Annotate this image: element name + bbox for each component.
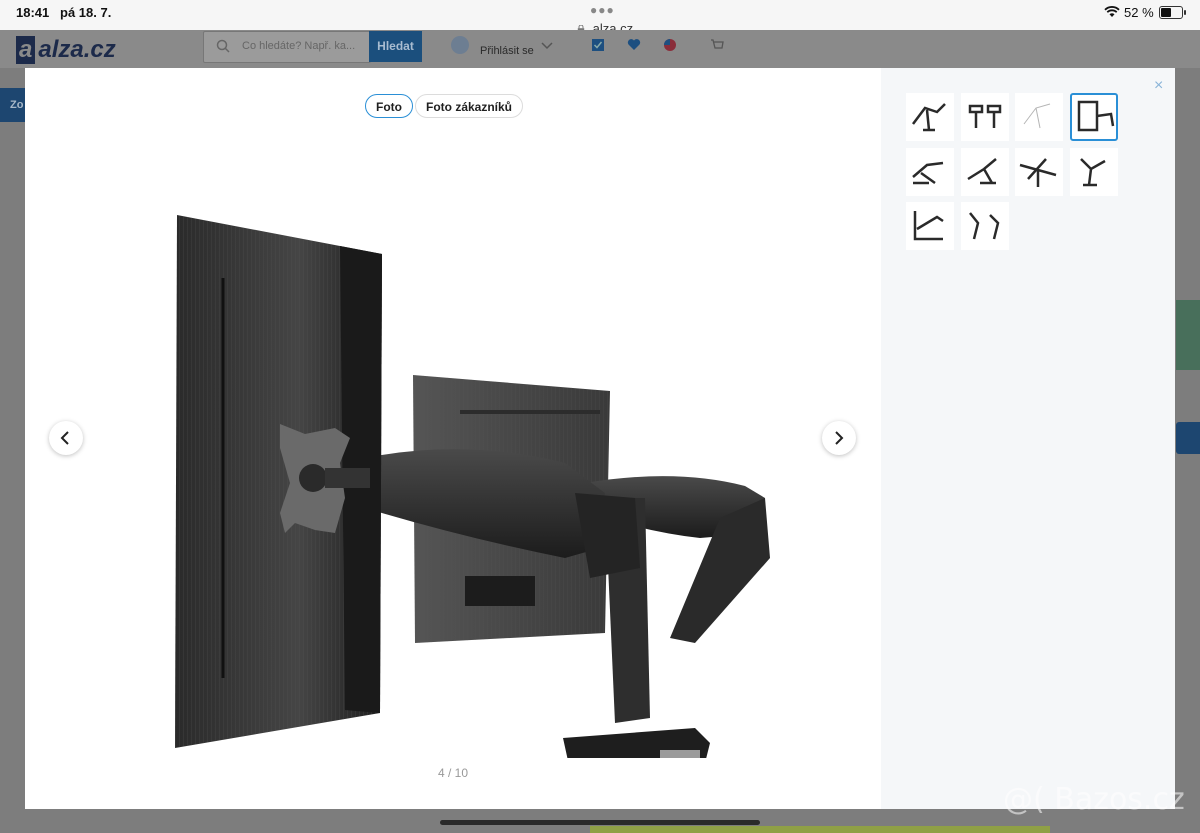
product-image <box>175 215 770 758</box>
status-date: pá 18. 7. <box>60 5 112 20</box>
search-icon <box>216 39 230 53</box>
thumbnail-8[interactable] <box>1069 147 1118 196</box>
watermark: @( Bazos.cz <box>1003 782 1185 817</box>
image-counter: 4 / 10 <box>437 766 469 780</box>
user-icon[interactable] <box>451 36 469 54</box>
thumbnail-4[interactable] <box>1069 93 1118 141</box>
chevron-right-icon <box>835 431 844 445</box>
monitor-arm-thumb-3 <box>1023 103 1051 129</box>
battery-icon <box>1159 6 1183 19</box>
tab-foto-zakazniku[interactable]: Foto zákazníků <box>415 94 524 118</box>
side-action-button[interactable] <box>1176 422 1200 454</box>
thumbnail-6[interactable] <box>960 147 1009 196</box>
thumbnail-2[interactable] <box>960 93 1009 141</box>
chevron-left-icon <box>60 431 69 445</box>
bottom-banner <box>590 826 1050 833</box>
monitor-arm-thumb-8 <box>1079 157 1106 186</box>
previous-image-button[interactable] <box>49 421 83 455</box>
side-banner <box>1176 300 1200 370</box>
close-button[interactable]: × <box>1154 77 1163 95</box>
monitor-arm-thumb-6 <box>966 157 997 184</box>
more-dots-icon[interactable]: ●●● <box>590 3 615 17</box>
side-button[interactable]: Zo <box>0 88 28 122</box>
login-link[interactable]: Přihlásit se <box>480 45 534 57</box>
tab-foto[interactable]: Foto <box>365 94 413 118</box>
thumbnail-1[interactable] <box>906 93 954 141</box>
checkbox-icon[interactable] <box>591 38 605 52</box>
gallery-main: Foto Foto zákazníků 4 / 10 <box>25 68 881 809</box>
wifi-icon <box>1104 6 1120 17</box>
home-indicator[interactable] <box>440 820 760 825</box>
thumbnail-9[interactable] <box>906 202 954 250</box>
monitor-arm-thumb-4 <box>1077 100 1114 132</box>
monitor-arm-thumb-5 <box>912 161 944 184</box>
monitor-arm-thumb-7 <box>1019 157 1057 187</box>
battery-cap <box>1184 10 1186 15</box>
thumbnail-3[interactable] <box>1015 93 1063 141</box>
heart-icon[interactable] <box>627 38 641 52</box>
thumbnail-5[interactable] <box>906 147 954 196</box>
chevron-down-icon[interactable] <box>540 38 554 52</box>
thumbnail-10[interactable] <box>960 202 1009 250</box>
monitor-arm-thumb-9 <box>913 211 944 241</box>
flag-icon[interactable] <box>663 38 677 52</box>
search-input[interactable]: Co hledáte? Např. ka... <box>203 31 371 63</box>
battery-percent: 52 % <box>1124 5 1154 20</box>
search-placeholder: Co hledáte? Např. ka... <box>242 40 356 52</box>
next-image-button[interactable] <box>822 421 856 455</box>
thumbnail-7[interactable] <box>1015 147 1063 196</box>
search-button[interactable]: Hledat <box>369 31 422 62</box>
monitor-arm-thumb-10 <box>968 212 999 240</box>
status-time: 18:41 <box>16 5 50 20</box>
monitor-arm-thumb-2 <box>968 104 1001 128</box>
cart-icon[interactable] <box>710 38 724 52</box>
monitor-arm-thumb-1 <box>912 103 946 132</box>
site-logo[interactable]: a alza.cz <box>16 36 116 64</box>
